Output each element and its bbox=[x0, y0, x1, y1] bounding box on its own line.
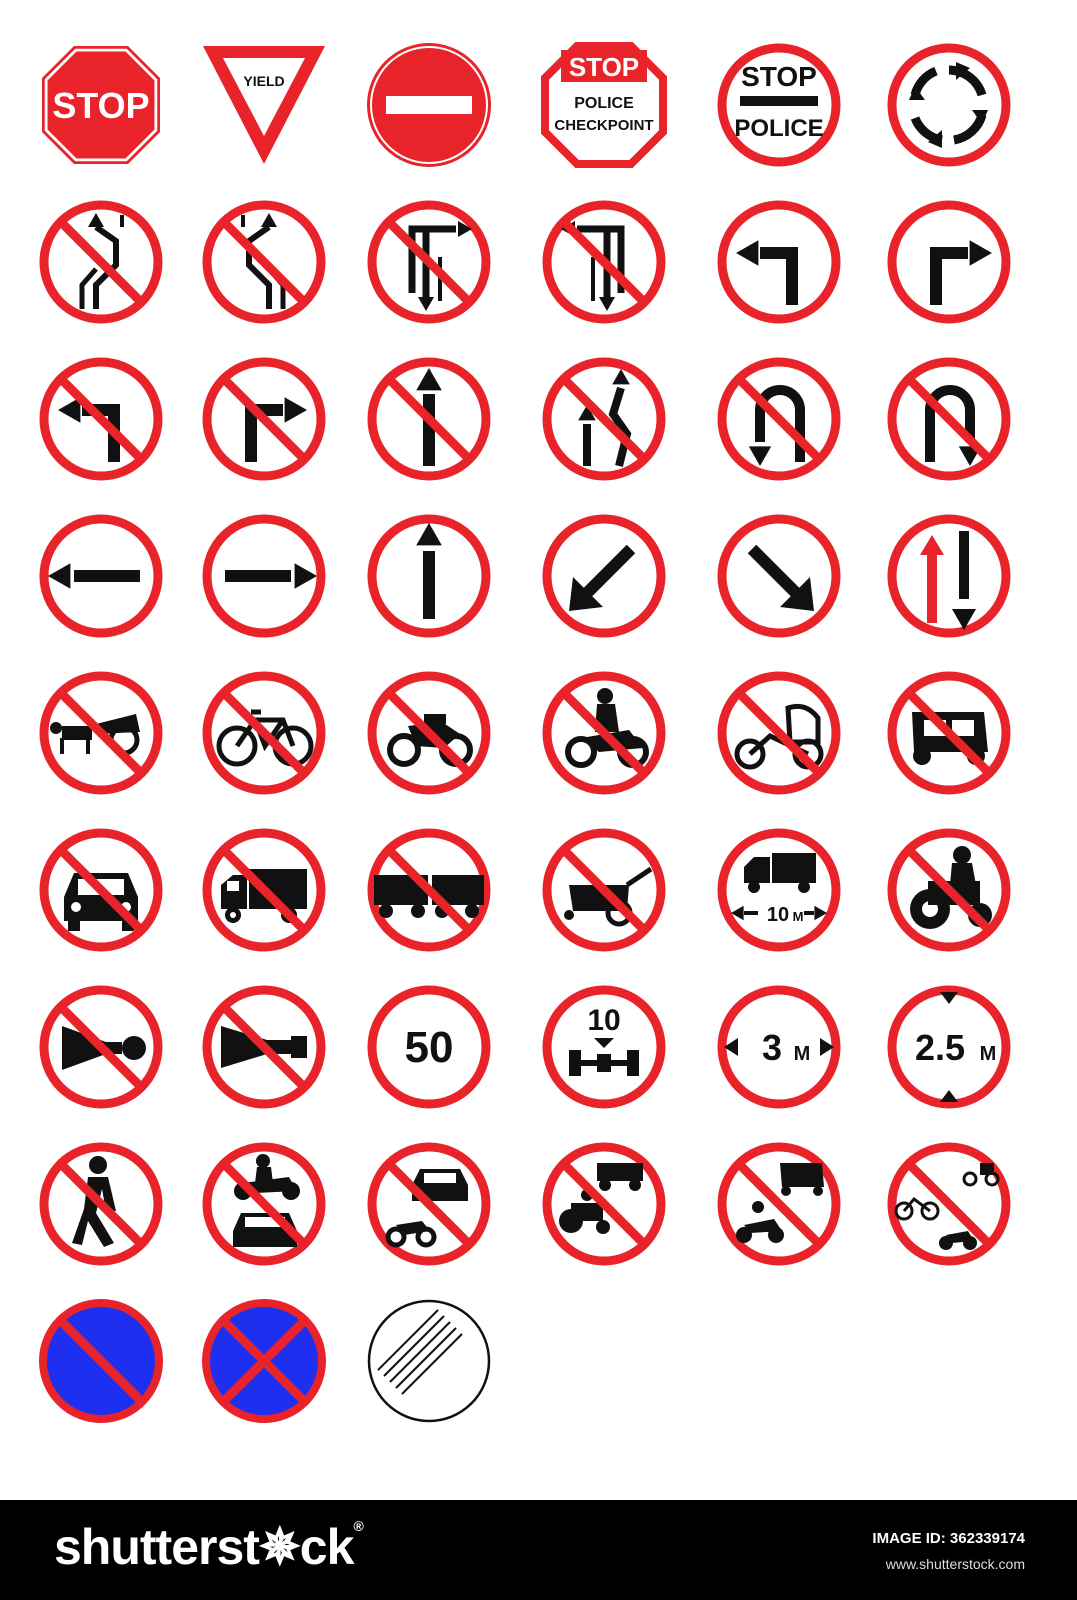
circle-shape bbox=[717, 200, 841, 324]
sign-text: M bbox=[980, 1043, 997, 1065]
sign-no-tractor-trailer bbox=[539, 1139, 669, 1269]
sign-no-tuktuk-moto bbox=[714, 1139, 844, 1269]
sign-no-lane-change-left bbox=[36, 197, 166, 327]
footer-bar: shutterst✵ck® IMAGE ID: 362339174 www.sh… bbox=[0, 1500, 1077, 1600]
sign-roundabout bbox=[884, 40, 1014, 170]
circle-shape bbox=[887, 200, 1011, 324]
sign-text: POLICE bbox=[574, 95, 634, 112]
sign-keep-left bbox=[539, 511, 669, 641]
sign-no-entry bbox=[364, 40, 494, 170]
sign-text: STOP bbox=[741, 61, 817, 92]
shutterstock-logo: shutterst✵ck® bbox=[54, 1518, 364, 1576]
sign-text: 10 bbox=[587, 1004, 620, 1037]
sign-no-u-turn-left bbox=[714, 354, 844, 484]
brand-text: shutterst✵ck bbox=[54, 1519, 354, 1575]
sign-turn-right bbox=[884, 197, 1014, 327]
sign-no-tricycle bbox=[714, 668, 844, 798]
sign-no-pedestrians bbox=[36, 1139, 166, 1269]
sign-text: 10 bbox=[767, 904, 789, 926]
sign-no-overtaking bbox=[539, 354, 669, 484]
sign-no-stopping bbox=[199, 1296, 329, 1426]
sign-speed-limit: 50 bbox=[364, 982, 494, 1112]
sign-no-parking bbox=[36, 1296, 166, 1426]
sign-no-trucks bbox=[199, 825, 329, 955]
sign-end-restrictions bbox=[364, 1296, 494, 1426]
sign-no-right-turn bbox=[199, 354, 329, 484]
sign-no-lane-change-right bbox=[199, 197, 329, 327]
sign-text: POLICE bbox=[734, 115, 823, 142]
signs-grid: STOP YIELD STOP POLICE CHECKPOINT STOP POLICE … bbox=[0, 0, 1077, 1500]
sign-text: M bbox=[793, 909, 804, 924]
sign-no-cart bbox=[36, 668, 166, 798]
sign-no-motorbike-and-car bbox=[199, 1139, 329, 1269]
sign-no-car-and-motorbike bbox=[364, 1139, 494, 1269]
sign-text: 3 bbox=[762, 1027, 782, 1068]
sign-length-limit: 10 M bbox=[714, 825, 844, 955]
image-id: IMAGE ID: 362339174 bbox=[872, 1530, 1025, 1547]
website-url: www.shutterstock.com bbox=[885, 1556, 1025, 1572]
sign-text: YIELD bbox=[243, 73, 284, 89]
no-entry-bar bbox=[386, 96, 472, 114]
sign-text: STOP bbox=[569, 52, 639, 82]
sign-no-handcart bbox=[539, 825, 669, 955]
sign-text: 50 bbox=[405, 1023, 454, 1072]
sign-text: 2.5 bbox=[915, 1027, 965, 1068]
sign-no-right-turn-ahead bbox=[364, 197, 494, 327]
sign-no-bicycle bbox=[199, 668, 329, 798]
circle-shape bbox=[887, 43, 1011, 167]
sign-text: CHECKPOINT bbox=[554, 117, 653, 134]
sign-stop-police-checkpoint: STOP POLICE CHECKPOINT bbox=[539, 40, 669, 170]
sign-no-horn bbox=[36, 982, 166, 1112]
sign-no-trailers bbox=[364, 825, 494, 955]
sign-no-tuktuk bbox=[884, 668, 1014, 798]
sign-axle-weight: 10 bbox=[539, 982, 669, 1112]
sign-height-limit: 2.5 M bbox=[884, 982, 1014, 1112]
sign-no-cars bbox=[36, 825, 166, 955]
sign-no-left-turn bbox=[36, 354, 166, 484]
sign-stop: STOP bbox=[36, 40, 166, 170]
brand-mark: ® bbox=[353, 1518, 363, 1534]
sign-turn-left bbox=[714, 197, 844, 327]
sign-no-left-turn-ahead bbox=[539, 197, 669, 327]
sign-no-air-horn bbox=[199, 982, 329, 1112]
sign-text: STOP bbox=[52, 85, 149, 126]
sign-no-bikes-rickshaw bbox=[884, 1139, 1014, 1269]
circle-shape bbox=[717, 828, 841, 952]
sign-go-straight bbox=[364, 511, 494, 641]
sign-go-right bbox=[199, 511, 329, 641]
sign-stop-police: STOP POLICE bbox=[714, 40, 844, 170]
sign-no-motorbike-rider bbox=[539, 668, 669, 798]
sign-no-u-turn-right bbox=[884, 354, 1014, 484]
circle-shape bbox=[887, 514, 1011, 638]
sign-no-straight bbox=[364, 354, 494, 484]
sign-yield: YIELD bbox=[199, 40, 329, 170]
sign-width-limit: 3M bbox=[714, 982, 844, 1112]
sign-no-tractor bbox=[884, 825, 1014, 955]
sign-priority-oncoming bbox=[884, 511, 1014, 641]
sign-go-left bbox=[36, 511, 166, 641]
sign-text: M bbox=[794, 1043, 811, 1065]
sign-no-motorcycle bbox=[364, 668, 494, 798]
sign-keep-right bbox=[714, 511, 844, 641]
